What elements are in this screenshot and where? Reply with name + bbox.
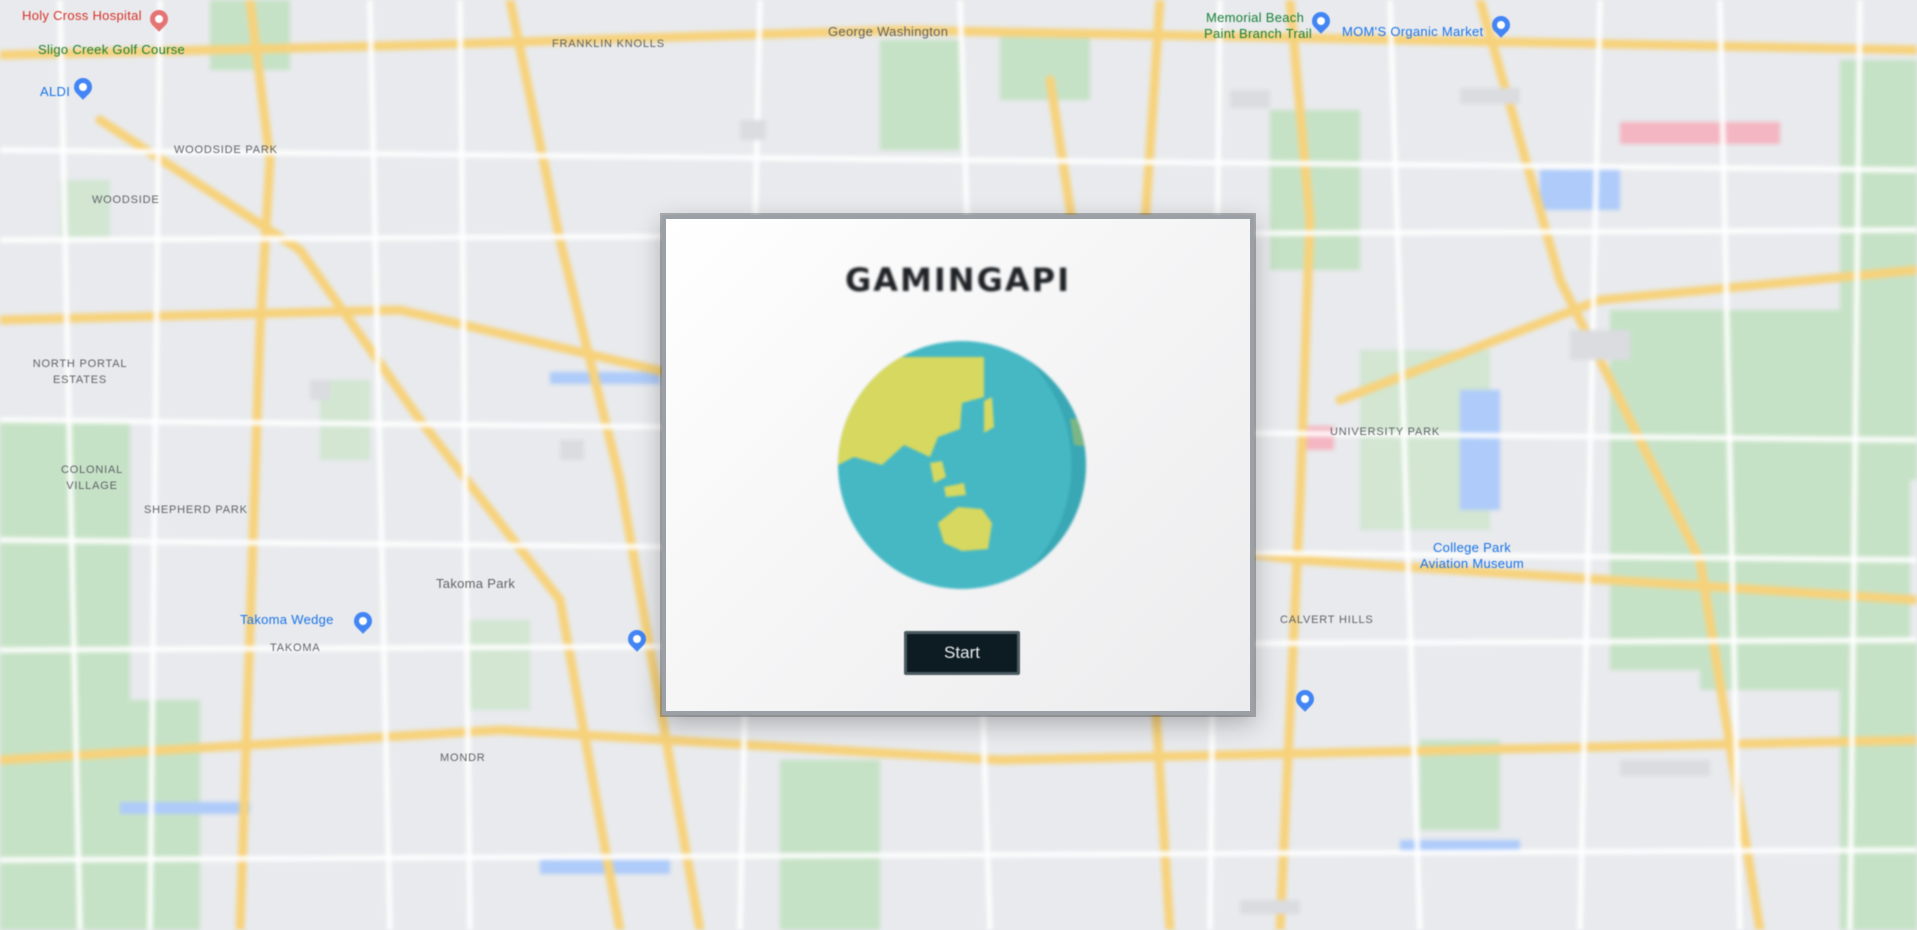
map-label-holy-cross: Holy Cross Hospital (22, 8, 142, 23)
map-label-takoma-park: Takoma Park (436, 576, 516, 591)
map-label-aldi: ALDI (40, 84, 71, 99)
start-button[interactable]: Start (904, 631, 1020, 675)
map-label-moms: MOM'S Organic Market (1342, 24, 1484, 39)
globe-icon (838, 341, 1086, 589)
map-label-takoma: TAKOMA (270, 642, 321, 654)
map-label-mondr: MONDR (440, 752, 486, 764)
map-pin-icon[interactable] (624, 626, 650, 652)
map-label-college-park: College Park Aviation Museum (1420, 540, 1524, 571)
map-label-calvert-hills: CALVERT HILLS (1280, 614, 1374, 626)
map-label-woodside-park: WOODSIDE PARK (174, 144, 278, 156)
transit-pin-icon[interactable] (350, 608, 376, 634)
map-label-north-portal: NORTH PORTAL ESTATES (32, 358, 128, 386)
aldi-pin-icon[interactable] (70, 74, 96, 100)
trail-pin-icon[interactable] (1308, 8, 1334, 34)
map-label-woodside: WOODSIDE (92, 194, 160, 206)
map-label-franklin: FRANKLIN KNOLLS (552, 38, 665, 50)
map-label-memorial-beach: Memorial Beach (1206, 10, 1305, 25)
hospital-pin-icon[interactable] (146, 6, 172, 32)
map-label-takoma-wedge: Takoma Wedge (240, 612, 334, 627)
map-pin-icon[interactable] (1292, 686, 1318, 712)
start-dialog: GAMINGAPI Start (662, 215, 1254, 715)
map-label-university-park: UNIVERSITY PARK (1330, 426, 1441, 438)
map-label-paint-branch: Paint Branch Trail (1204, 26, 1313, 41)
map-label-sligo: Sligo Creek Golf Course (38, 42, 186, 57)
map-label-gw: George Washington (828, 24, 949, 39)
map-label-shepherd-park: SHEPHERD PARK (144, 504, 248, 516)
game-scene: Holy Cross Hospital Sligo Creek Golf Cou… (0, 0, 1917, 930)
game-title: GAMINGAPI (845, 261, 1071, 299)
map-label-colonial-village: COLONIAL VILLAGE (60, 464, 124, 492)
market-pin-icon[interactable] (1488, 12, 1514, 38)
